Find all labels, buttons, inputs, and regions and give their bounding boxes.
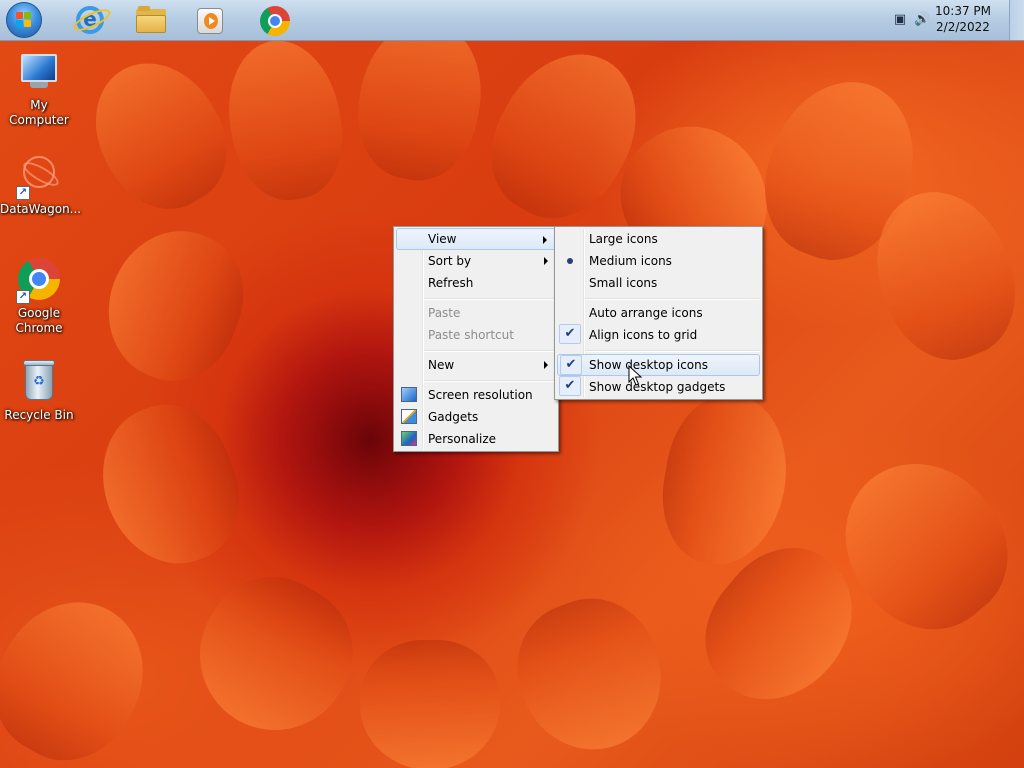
personalize-icon [401, 431, 417, 446]
menu-item-sort-by[interactable]: Sort by [396, 250, 556, 272]
menu-separator [585, 350, 760, 352]
radio-dot-icon [559, 250, 581, 270]
submenu-arrow-icon [544, 257, 548, 265]
desktop-icon-label: My Computer [9, 98, 69, 127]
clock-time: 10:37 PM [935, 4, 991, 18]
system-clock[interactable]: 10:37 PM 2/2/2022 [928, 3, 998, 35]
view-submenu: Large icons Medium icons Small icons Aut… [554, 226, 763, 400]
submenu-item-small-icons[interactable]: Small icons [557, 272, 760, 294]
windows-logo-icon [16, 12, 32, 28]
chrome-icon [260, 6, 290, 36]
menu-item-new[interactable]: New [396, 354, 556, 376]
checkmark-icon: ✔ [560, 355, 582, 375]
network-icon[interactable]: ▣ [892, 12, 908, 28]
show-desktop-button[interactable] [1009, 0, 1024, 40]
taskbar-google-chrome[interactable] [254, 3, 294, 37]
gadgets-icon [401, 409, 417, 424]
taskbar: e ▣ 🔊 10:37 PM 2/2/2022 [0, 0, 1024, 41]
submenu-arrow-icon [543, 236, 547, 244]
taskbar-internet-explorer[interactable]: e [70, 3, 114, 37]
menu-item-paste[interactable]: Paste [396, 302, 556, 324]
desktop-icon-google-chrome[interactable]: ↗ Google Chrome [0, 258, 78, 336]
screen-resolution-icon [401, 387, 417, 402]
folder-icon [136, 6, 166, 33]
clock-date: 2/2/2022 [936, 20, 990, 34]
desktop-icon-recycle-bin[interactable]: ♻ Recycle Bin [0, 360, 78, 423]
menu-separator [424, 380, 556, 382]
shortcut-arrow-icon: ↗ [16, 186, 30, 200]
menu-item-screen-resolution[interactable]: Screen resolution [396, 384, 556, 406]
taskbar-windows-explorer[interactable] [130, 3, 170, 37]
recycle-bin-icon: ♻ [16, 360, 62, 406]
submenu-item-auto-arrange[interactable]: Auto arrange icons [557, 302, 760, 324]
start-button[interactable] [6, 2, 42, 38]
desktop-context-menu: View Sort by Refresh Paste Paste shortcu… [393, 226, 559, 452]
submenu-item-medium-icons[interactable]: Medium icons [557, 250, 760, 272]
desktop-icon-label: DataWagon... [0, 202, 82, 216]
menu-item-view[interactable]: View [396, 228, 556, 250]
checkmark-icon: ✔ [559, 376, 581, 396]
menu-separator [424, 350, 556, 352]
menu-item-gadgets[interactable]: Gadgets [396, 406, 556, 428]
submenu-item-align-to-grid[interactable]: ✔ Align icons to grid [557, 324, 760, 346]
submenu-item-show-desktop-icons[interactable]: ✔ Show desktop icons [557, 354, 760, 376]
menu-separator [585, 298, 760, 300]
menu-item-personalize[interactable]: Personalize [396, 428, 556, 450]
submenu-item-show-desktop-gadgets[interactable]: ✔ Show desktop gadgets [557, 376, 760, 398]
media-player-icon [197, 8, 223, 34]
taskbar-media-player[interactable] [190, 3, 230, 37]
menu-item-paste-shortcut[interactable]: Paste shortcut [396, 324, 556, 346]
desktop-icon-label: Google Chrome [15, 306, 63, 335]
desktop-icon-label: Recycle Bin [4, 408, 74, 422]
menu-separator [424, 298, 556, 300]
datawagon-shortcut-icon: ↗ [16, 154, 62, 200]
submenu-item-large-icons[interactable]: Large icons [557, 228, 760, 250]
desktop-icon-datawagon[interactable]: ↗ DataWagon... [0, 154, 82, 217]
submenu-arrow-icon [544, 361, 548, 369]
chrome-shortcut-icon: ↗ [16, 258, 62, 304]
shortcut-arrow-icon: ↗ [16, 290, 30, 304]
menu-item-refresh[interactable]: Refresh [396, 272, 556, 294]
checkmark-icon: ✔ [559, 324, 581, 344]
computer-icon [16, 50, 62, 96]
desktop-icon-my-computer[interactable]: My Computer [0, 50, 78, 128]
